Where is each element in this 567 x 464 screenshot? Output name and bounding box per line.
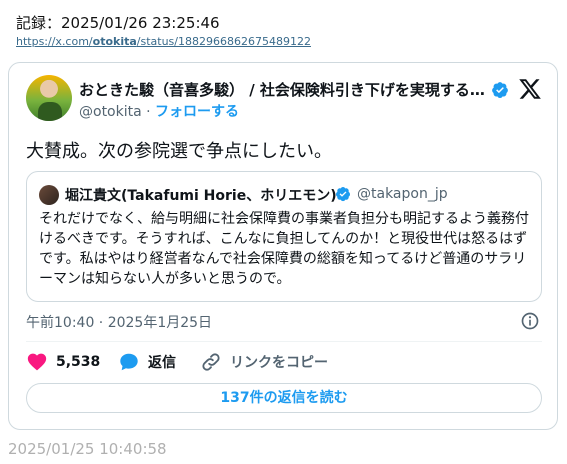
handle-separator: ·: [141, 104, 156, 120]
quote-author-name: 堀江貴文(Takafumi Horie、ホリエモン): [65, 188, 337, 204]
copy-link-button[interactable]: リンクをコピー: [200, 351, 328, 373]
url-prefix: https://x.com/: [16, 35, 93, 48]
heart-icon: [27, 353, 47, 371]
url-user: otokita: [92, 35, 137, 48]
follow-button[interactable]: フォローする: [155, 104, 239, 120]
quote-author-handle: @takapon_jp: [357, 186, 448, 202]
quoted-tweet[interactable]: 堀江貴文(Takafumi Horie、ホリエモン) @takapon_jp そ…: [26, 171, 542, 302]
quote-author-avatar: [39, 185, 59, 205]
info-icon[interactable]: [520, 311, 540, 331]
footer-date: 2025/01/25 10:40:58: [8, 440, 167, 458]
link-icon: [202, 353, 220, 371]
tweet-text: 大賛成。次の参院選で争点にしたい。: [26, 141, 332, 162]
quote-verified-badge-icon: [336, 187, 350, 202]
record-url-link[interactable]: https://x.com/otokita/status/18829668626…: [16, 35, 311, 48]
tweet-card: おときた駿（音喜多駿） / 社会保険料引き下げを実現する… @otokita ·…: [8, 62, 558, 430]
author-handle-line: @otokita · フォローする: [79, 101, 239, 121]
like-button[interactable]: 5,538: [26, 351, 100, 373]
action-bar: 5,538 返信 リンクをコピー: [26, 351, 542, 373]
quote-text: それだけでなく、給与明細に社会保障費の事業者負担分も明記するよう義務付けるべきで…: [39, 211, 529, 287]
like-count: 5,538: [56, 354, 101, 370]
copy-link-label: リンクをコピー: [230, 355, 328, 371]
author-handle[interactable]: @otokita: [79, 104, 142, 120]
author-name[interactable]: おときた駿（音喜多駿） / 社会保険料引き下げを実現する…: [79, 79, 487, 100]
x-logo-icon[interactable]: [518, 77, 542, 101]
reply-button[interactable]: 返信: [118, 351, 176, 373]
author-avatar[interactable]: [26, 75, 72, 121]
reply-label: 返信: [148, 355, 176, 371]
verified-badge-icon: [492, 82, 508, 99]
record-label: 記録：2025/01/26 23:25:46: [16, 14, 220, 32]
tweet-timestamp[interactable]: 午前10:40 · 2025年1月25日: [26, 312, 212, 332]
read-replies-button[interactable]: 137件の返信を読む: [26, 383, 542, 413]
url-suffix: /status/1882966862675489122: [136, 35, 311, 48]
reply-bubble-icon: [120, 353, 138, 371]
divider: [26, 341, 542, 342]
